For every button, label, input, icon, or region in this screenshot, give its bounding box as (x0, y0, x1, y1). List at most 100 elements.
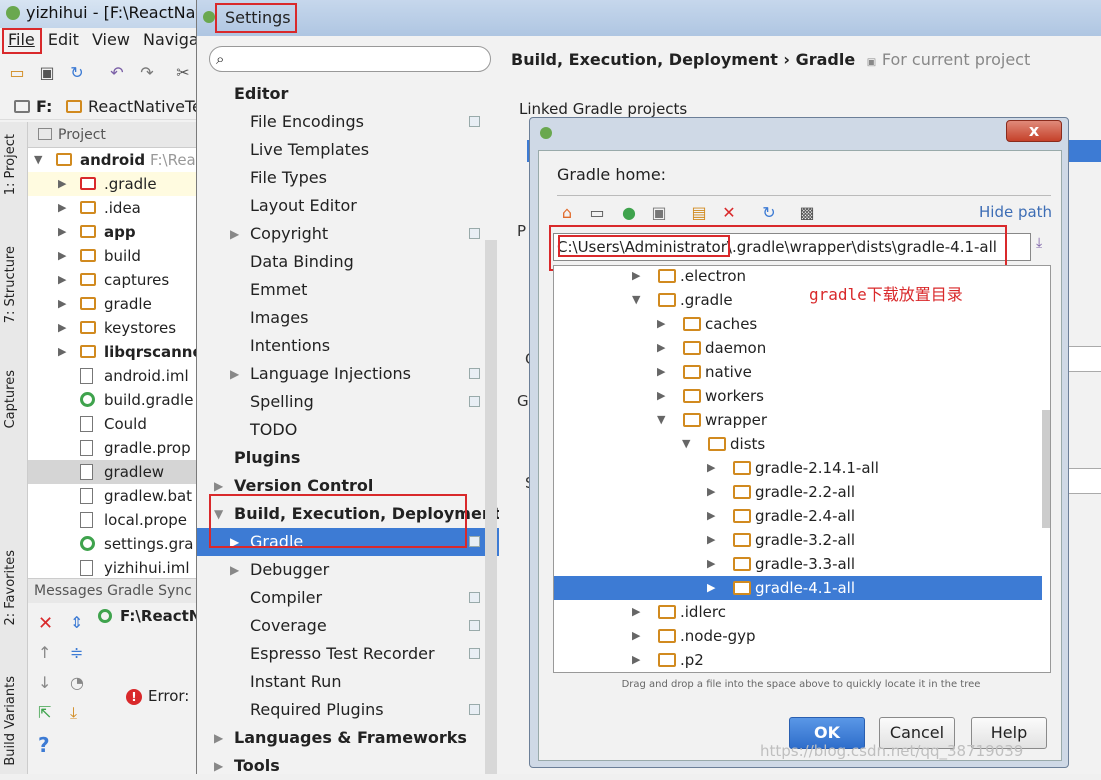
chevron-right-icon[interactable]: ▶ (58, 172, 66, 196)
settings-tree-item[interactable]: ▶ Languages & Frameworks (197, 724, 499, 752)
project-tree-item[interactable]: ▶ .gradle (28, 172, 200, 196)
project-tree-item[interactable]: gradlew.bat (28, 484, 200, 508)
settings-tree-item[interactable]: Instant Run (197, 668, 499, 696)
settings-tree-item[interactable]: Compiler (197, 584, 499, 612)
download-icon[interactable]: ⤓ (70, 703, 77, 723)
settings-tree-item[interactable]: ▶ Copyright (197, 220, 499, 248)
sync-icon[interactable]: ↻ (68, 64, 86, 82)
file-tree-item[interactable]: ▶ .idlerc (554, 600, 1042, 624)
settings-tree-item[interactable]: ▶ Language Injections (197, 360, 499, 388)
chevron-right-icon[interactable]: ▶ (657, 336, 665, 360)
close-icon[interactable]: ✕ (38, 613, 53, 634)
chevron-right-icon[interactable]: ▶ (230, 220, 239, 248)
settings-tree-item[interactable]: Images (197, 304, 499, 332)
export-icon[interactable]: ⇱ (38, 703, 51, 722)
chevron-right-icon[interactable]: ▶ (214, 724, 223, 752)
tab-structure[interactable]: 7: Structure (3, 246, 18, 323)
project-tree-item[interactable]: ▶ captures (28, 268, 200, 292)
chevron-right-icon[interactable]: ▶ (58, 268, 66, 292)
file-tree-item[interactable]: ▼ wrapper (554, 408, 1042, 432)
chevron-down-icon[interactable]: ▼ (632, 288, 640, 312)
settings-tree-item[interactable]: File Encodings (197, 108, 499, 136)
help-icon[interactable]: ? (38, 733, 50, 757)
project-tree-item[interactable]: android.iml (28, 364, 200, 388)
chevron-right-icon[interactable]: ▶ (707, 528, 715, 552)
tab-favorites[interactable]: 2: Favorites (3, 550, 18, 626)
file-tree-item[interactable]: ▶ .p2 (554, 648, 1042, 672)
chevron-right-icon[interactable]: ▶ (214, 752, 223, 780)
desktop-icon[interactable]: ▭ (587, 203, 607, 223)
file-tree-item[interactable]: ▶ gradle-2.14.1-all (554, 456, 1042, 480)
settings-tree-item[interactable]: Layout Editor (197, 192, 499, 220)
chevron-right-icon[interactable]: ▶ (707, 504, 715, 528)
settings-tree-item[interactable]: Required Plugins (197, 696, 499, 724)
tab-build-variants[interactable]: Build Variants (3, 676, 18, 766)
new-folder-icon[interactable]: ▤ (689, 203, 709, 223)
project-tree-item[interactable]: yizhihui.iml (28, 556, 200, 578)
project-tree-item[interactable]: Could (28, 412, 200, 436)
chevron-right-icon[interactable]: ▶ (657, 360, 665, 384)
breadcrumb-project[interactable]: ReactNativeTe (88, 94, 202, 120)
project-tree-item[interactable]: ▶ build (28, 244, 200, 268)
home-icon[interactable]: ⌂ (557, 203, 577, 223)
settings-search-input[interactable] (236, 50, 486, 68)
project-tree-item[interactable]: gradle.prop (28, 436, 200, 460)
chevron-right-icon[interactable]: ▶ (58, 196, 66, 220)
settings-tree-item[interactable]: ▶ Tools (197, 752, 499, 780)
download-icon[interactable]: ⤓ (1036, 235, 1054, 257)
menu-edit[interactable]: Edit (48, 28, 79, 52)
chevron-right-icon[interactable]: ▶ (657, 384, 665, 408)
settings-tree-item[interactable]: Coverage (197, 612, 499, 640)
error-text[interactable]: Error: (148, 687, 189, 705)
file-tree-item[interactable]: ▶ workers (554, 384, 1042, 408)
settings-tree-item[interactable]: TODO (197, 416, 499, 444)
project-tree-item[interactable]: ▶ app (28, 220, 200, 244)
project-tree-item[interactable]: ▶ .idea (28, 196, 200, 220)
chevron-right-icon[interactable]: ▶ (632, 600, 640, 624)
file-tree-item[interactable]: ▶ .electron (554, 266, 1042, 288)
project-tree-item[interactable]: gradlew (28, 460, 200, 484)
project-tab-label[interactable]: Project (58, 127, 106, 143)
hide-path-link[interactable]: Hide path (979, 203, 1052, 221)
file-tree-item[interactable]: ▶ gradle-2.4-all (554, 504, 1042, 528)
save-icon[interactable]: ▣ (38, 64, 56, 82)
project-tree-item[interactable]: local.prope (28, 508, 200, 532)
settings-tree-item[interactable]: Intentions (197, 332, 499, 360)
chevron-down-icon[interactable]: ▼ (682, 432, 690, 456)
project-tree-item[interactable]: ▶ libqrscanne (28, 340, 200, 364)
project-icon[interactable]: ● (619, 203, 639, 223)
chevron-right-icon[interactable]: ▶ (632, 648, 640, 672)
tree-scrollbar[interactable] (1042, 410, 1050, 528)
show-hidden-icon[interactable]: ▩ (797, 203, 817, 223)
chevron-right-icon[interactable]: ▶ (58, 316, 66, 340)
project-tree-item[interactable]: settings.gra (28, 532, 200, 556)
settings-tree-item[interactable]: Live Templates (197, 136, 499, 164)
module-icon[interactable]: ▣ (649, 203, 669, 223)
chevron-right-icon[interactable]: ▶ (58, 220, 66, 244)
settings-tree-item[interactable]: Editor (197, 80, 499, 108)
chevron-down-icon[interactable]: ▼ (34, 148, 42, 172)
arrow-up-icon[interactable]: ↑ (38, 643, 51, 662)
refresh-icon[interactable]: ↻ (759, 203, 779, 223)
project-tree-item[interactable]: ▶ keystores (28, 316, 200, 340)
chevron-right-icon[interactable]: ▶ (230, 556, 239, 584)
settings-tree-item[interactable]: Data Binding (197, 248, 499, 276)
chevron-right-icon[interactable]: ▶ (58, 340, 66, 364)
undo-icon[interactable]: ↶ (108, 64, 126, 82)
file-tree-item[interactable]: ▶ gradle-3.2-all (554, 528, 1042, 552)
settings-tree-item[interactable]: Espresso Test Recorder (197, 640, 499, 668)
file-tree-item[interactable]: ▶ gradle-3.3-all (554, 552, 1042, 576)
chevron-right-icon[interactable]: ▶ (58, 244, 66, 268)
chevron-right-icon[interactable]: ▶ (58, 292, 66, 316)
breadcrumb-drive[interactable]: F: (36, 94, 52, 120)
chevron-right-icon[interactable]: ▶ (230, 360, 239, 388)
file-tree-item[interactable]: ▶ daemon (554, 336, 1042, 360)
settings-tree-item[interactable]: Spelling (197, 388, 499, 416)
tab-project[interactable]: 1: Project (3, 134, 18, 195)
file-tree-item[interactable]: ▶ caches (554, 312, 1042, 336)
chevron-right-icon[interactable]: ▶ (632, 266, 640, 288)
chevron-right-icon[interactable]: ▶ (707, 576, 715, 600)
settings-tree-item[interactable]: Emmet (197, 276, 499, 304)
settings-tree-item[interactable]: Plugins (197, 444, 499, 472)
settings-tree-item[interactable]: ▶ Debugger (197, 556, 499, 584)
